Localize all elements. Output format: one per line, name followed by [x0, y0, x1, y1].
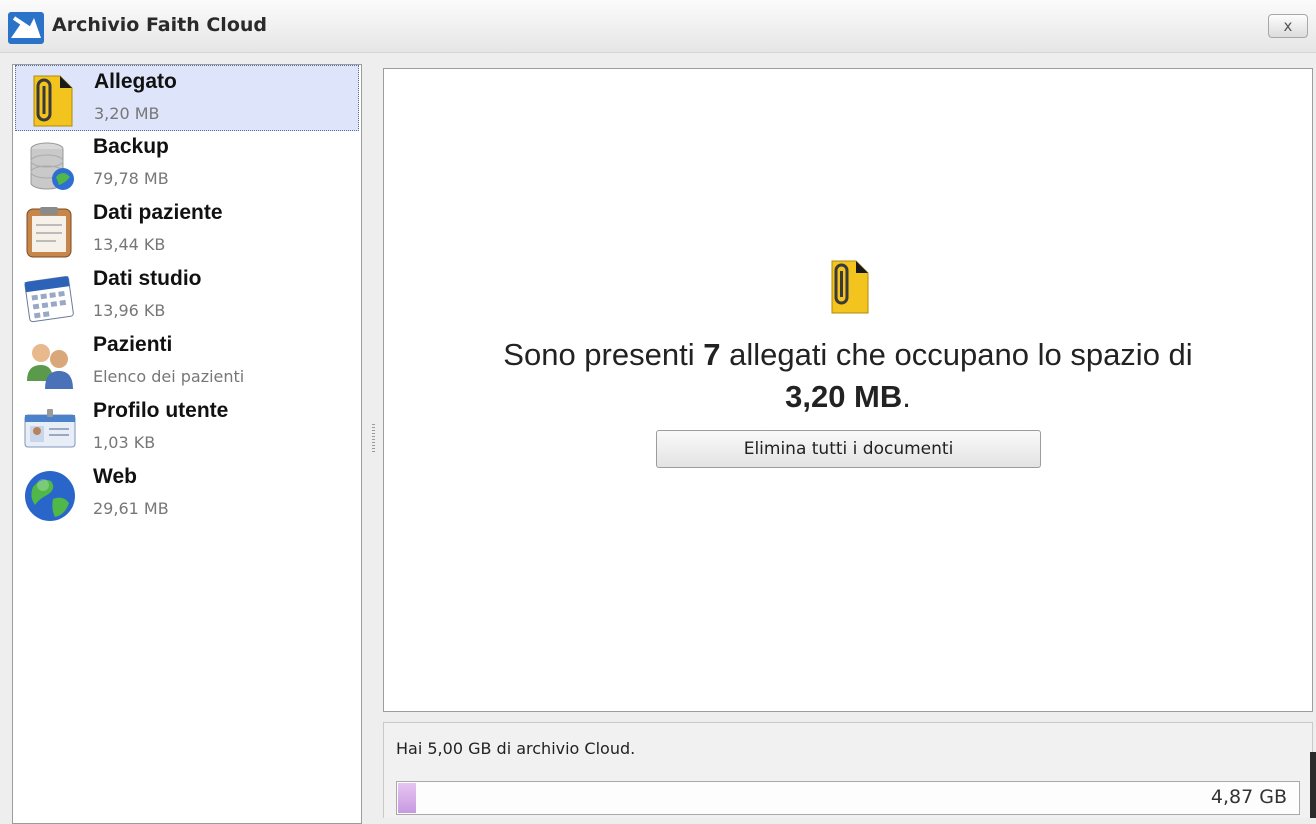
- globe-icon: [25, 471, 75, 521]
- users-icon: [27, 344, 73, 389]
- calendar-icon: [24, 276, 74, 323]
- sidebar-item-profilo-utente[interactable]: Profilo utente 1,03 KB: [15, 395, 359, 461]
- sidebar-item-size: 1,03 KB: [93, 433, 156, 452]
- sidebar-item-label: Dati paziente: [93, 201, 223, 224]
- detail-panel: Sono presenti 7 allegati che occupano lo…: [383, 68, 1313, 712]
- summary-prefix: Sono presenti: [503, 337, 704, 372]
- sidebar-item-size: 29,61 MB: [93, 499, 169, 518]
- sidebar-item-dati-paziente[interactable]: Dati paziente 13,44 KB: [15, 197, 359, 263]
- sidebar-item-label: Dati studio: [93, 267, 202, 290]
- id-card-icon: [24, 409, 76, 448]
- sidebar-item-label: Web: [93, 465, 137, 488]
- storage-usage-bar: 4,87 GB: [396, 781, 1300, 815]
- sidebar-item-web[interactable]: Web 29,61 MB: [15, 461, 359, 527]
- summary-middle: allegati che occupano lo spazio di: [720, 337, 1193, 372]
- window-edge: [1310, 752, 1316, 818]
- storage-panel: Hai 5,00 GB di archivio Cloud. 4,87 GB: [383, 722, 1313, 818]
- sidebar-item-pazienti[interactable]: Pazienti Elenco dei pazienti: [15, 329, 359, 395]
- sidebar-item-dati-studio[interactable]: Dati studio 13,96 KB: [15, 263, 359, 329]
- summary-suffix: .: [902, 379, 911, 414]
- sidebar-item-size: 79,78 MB: [93, 169, 169, 188]
- storage-capacity-text: Hai 5,00 GB di archivio Cloud.: [396, 739, 636, 758]
- database-globe-icon: [30, 142, 74, 190]
- storage-remaining-label: 4,87 GB: [1210, 786, 1287, 808]
- sidebar-item-size: 3,20 MB: [94, 104, 160, 123]
- storage-usage-fill: [398, 783, 416, 813]
- sidebar-item-label: Profilo utente: [93, 399, 229, 422]
- sidebar-item-size: 13,96 KB: [93, 301, 166, 320]
- paperclip-document-icon: [33, 75, 73, 127]
- sidebar-item-size: 13,44 KB: [93, 235, 166, 254]
- title-bar: Archivio Faith Cloud x: [0, 0, 1316, 53]
- sidebar-item-label: Allegato: [94, 70, 177, 93]
- summary-message: Sono presenti 7 allegati che occupano lo…: [384, 337, 1312, 373]
- sidebar-item-label: Pazienti: [93, 333, 173, 356]
- close-button[interactable]: x: [1268, 14, 1308, 38]
- sidebar-item-allegato[interactable]: Allegato 3,20 MB: [15, 65, 359, 131]
- paperclip-document-icon: [831, 260, 869, 314]
- close-icon: x: [1283, 17, 1293, 35]
- sidebar-item-backup[interactable]: Backup 79,78 MB: [15, 131, 359, 197]
- summary-size-line: 3,20 MB.: [384, 379, 1312, 415]
- sidebar-item-label: Backup: [93, 135, 169, 158]
- attachment-count: 7: [703, 337, 721, 372]
- clipboard-icon: [26, 207, 72, 258]
- window-title: Archivio Faith Cloud: [52, 14, 268, 36]
- app-logo-icon: [8, 12, 44, 44]
- archive-category-list: Allegato 3,20 MB Backup 79,78 MB Dati pa…: [12, 64, 362, 824]
- attachment-total-size: 3,20 MB: [785, 379, 903, 414]
- panel-splitter-handle[interactable]: [372, 424, 375, 452]
- sidebar-item-description: Elenco dei pazienti: [93, 367, 245, 386]
- delete-all-documents-button[interactable]: Elimina tutti i documenti: [656, 430, 1041, 468]
